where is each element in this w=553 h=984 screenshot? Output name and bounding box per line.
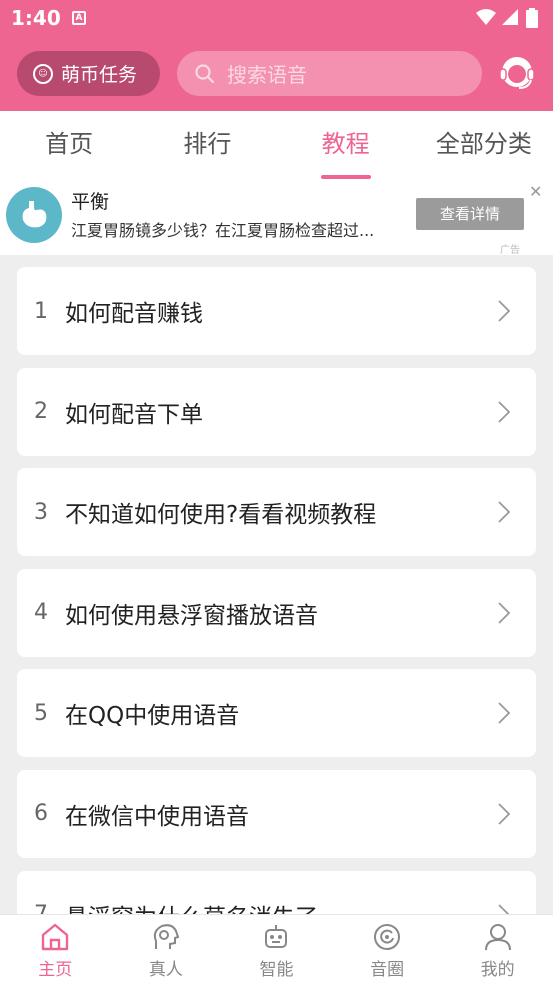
close-icon[interactable]: ✕ [529,182,542,201]
nav-smart[interactable]: 智能 [221,915,332,984]
list-item[interactable]: 5 在QQ中使用语音 [17,669,536,758]
coins-task-label: 萌币任务 [61,64,138,86]
person-voice-icon [153,924,180,949]
item-title: 如何配音下单 [65,401,203,428]
tutorial-list: 1 如何配音赚钱 2 如何配音下单 3 不知道如何使用?看看视频教程 4 如何使… [17,267,536,971]
tab-ranking[interactable]: 排行 [138,111,276,179]
item-title: 在QQ中使用语音 [65,703,240,730]
nav-voice-circle-label: 音圈 [370,960,405,980]
home-icon [42,923,69,951]
item-number: 4 [34,600,48,626]
nav-mine-label: 我的 [480,960,515,980]
nav-mine[interactable]: 我的 [442,915,553,984]
item-title: 如何使用悬浮窗播放语音 [65,602,318,629]
chevron-right-icon [498,803,510,825]
coin-icon: ☺ [33,63,53,84]
ad-logo [6,187,62,243]
nav-home-label: 主页 [38,960,73,980]
list-item[interactable]: 6 在微信中使用语音 [17,769,536,858]
tab-tutorial[interactable]: 教程 [277,111,415,179]
nav-real-voice[interactable]: 真人 [111,915,222,984]
app-header: ☺ 萌币任务 搜索语音 [0,38,553,111]
chevron-right-icon [498,602,510,624]
chevron-right-icon [498,501,510,523]
nav-home[interactable]: 主页 [0,915,111,984]
notification-icon: A [72,11,86,25]
search-input[interactable]: 搜索语音 [177,51,482,96]
item-title: 在微信中使用语音 [65,803,249,830]
status-bar: 1:40 A [0,0,553,38]
search-placeholder: 搜索语音 [227,63,307,87]
item-number: 2 [34,399,48,425]
search-icon [195,63,215,83]
cell-signal-icon [502,9,518,25]
ad-title: 平衡 [71,191,110,213]
list-item[interactable]: 3 不知道如何使用?看看视频教程 [17,468,536,557]
ad-description: 江夏胃肠镜多少钱？在江夏胃肠检查超过... [71,221,375,240]
tab-home[interactable]: 首页 [0,111,138,179]
nav-real-voice-label: 真人 [148,960,183,980]
tab-all-categories[interactable]: 全部分类 [415,111,553,179]
robot-icon [265,925,288,948]
chevron-right-icon [498,400,510,423]
nav-smart-label: 智能 [259,960,294,980]
item-title: 不知道如何使用?看看视频教程 [65,502,377,529]
battery-icon [526,8,538,28]
chevron-right-icon [498,300,510,322]
user-icon [484,924,511,951]
bottom-navigation: 主页 真人 智能 音圈 我的 [0,914,553,984]
item-number: 3 [34,499,48,525]
list-item[interactable]: 4 如何使用悬浮窗播放语音 [17,568,536,657]
ad-details-button[interactable]: 查看详情 [416,198,524,230]
item-number: 5 [34,700,48,726]
ad-label: 广告 [500,245,520,256]
nav-voice-circle[interactable]: 音圈 [332,915,443,984]
wifi-icon [476,9,496,25]
item-number: 1 [34,298,48,324]
ad-banner[interactable]: 平衡 江夏胃肠镜多少钱？在江夏胃肠检查超过... 查看详情 ✕ 广告 [0,179,553,256]
item-number: 6 [34,801,48,827]
category-tabs: 首页 排行 教程 全部分类 [0,111,553,179]
stomach-icon [22,201,47,228]
item-title: 如何配音赚钱 [65,301,203,327]
chevron-right-icon [498,702,510,725]
list-item[interactable]: 1 如何配音赚钱 [17,267,536,355]
coins-task-button[interactable]: ☺ 萌币任务 [17,51,160,96]
list-item[interactable]: 2 如何配音下单 [17,367,536,456]
customer-service-icon[interactable] [499,54,535,92]
status-time: 1:40 [11,6,61,30]
top-bar: 1:40 A ☺ 萌币任务 搜索语音 [0,0,553,111]
circle-icon [374,924,401,950]
